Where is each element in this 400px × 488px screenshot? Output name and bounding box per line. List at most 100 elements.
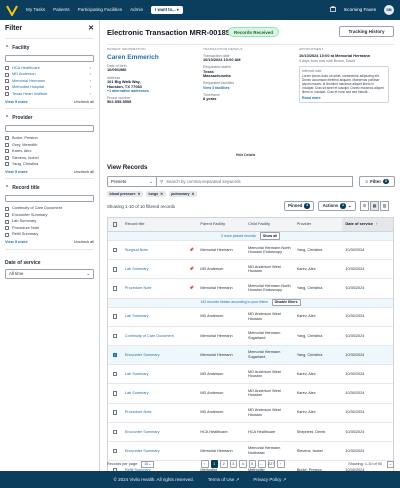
- list-view-icon[interactable]: ☰: [360, 201, 369, 211]
- row-checkbox[interactable]: [112, 410, 118, 415]
- col-parent-facility[interactable]: Parent Facility: [197, 221, 245, 227]
- select-all-checkbox[interactable]: [112, 222, 118, 227]
- tracking-history-button[interactable]: Tracking History: [339, 26, 394, 37]
- row-checkbox[interactable]: [112, 267, 118, 272]
- record-title-link[interactable]: Encounter Summary: [125, 449, 160, 454]
- record-title-link[interactable]: Procedure Note: [125, 410, 152, 415]
- patient-name[interactable]: Caren Emmerich: [107, 54, 202, 62]
- nav-participating-facilities[interactable]: Participating Facilities: [78, 7, 122, 13]
- page-button[interactable]: 227: [267, 460, 275, 468]
- logo-icon[interactable]: [6, 4, 18, 16]
- provider-search-input[interactable]: [5, 125, 94, 133]
- facility-item[interactable]: Texas Heart Institute ›: [5, 91, 94, 98]
- pin-icon[interactable]: 📌: [189, 266, 194, 272]
- record-title-item[interactable]: Refill Summary: [5, 231, 94, 238]
- col-record-title[interactable]: Record title: [122, 221, 197, 227]
- row-checkbox[interactable]: [112, 429, 118, 435]
- table-row[interactable]: Surgical Note 📌 Memorial Hermann Memorial H…: [108, 241, 393, 261]
- table-row[interactable]: Lab Summary MD Anderson MD Anderson West H…: [108, 308, 393, 327]
- row-checkbox[interactable]: [112, 448, 118, 454]
- alt-address-link[interactable]: +1 alternative addresses: [107, 89, 202, 93]
- chevron-up-icon[interactable]: ⌃: [5, 185, 9, 191]
- facility-uncheck-all[interactable]: Uncheck all: [74, 99, 94, 105]
- actions-button[interactable]: Actions 1 ⌄: [318, 201, 356, 211]
- provider-view-more[interactable]: View 5 more: [5, 169, 28, 175]
- view-facilities-link[interactable]: View 3 facilities: [203, 86, 293, 90]
- disable-filters-button[interactable]: Disable filters: [271, 298, 301, 307]
- keyword-chip[interactable]: pulmonary ✕: [168, 191, 197, 198]
- row-checkbox[interactable]: [112, 247, 118, 253]
- record-title-link[interactable]: Continuity of Care Document: [125, 334, 174, 339]
- page-button[interactable]: ...: [258, 460, 266, 468]
- nav-my-tasks[interactable]: My Tasks: [26, 7, 45, 13]
- chevron-down-icon[interactable]: ⌄: [387, 460, 394, 468]
- nav-patients[interactable]: Patients: [53, 7, 70, 13]
- per-page-select[interactable]: 10 ⌄: [141, 460, 155, 468]
- keyword-chip[interactable]: lungs ✕: [145, 191, 166, 198]
- showing-count: Showing 1-10 of 10 filtered records: [107, 204, 176, 209]
- grid-view-icon[interactable]: ▦: [370, 201, 379, 211]
- facility-view-more[interactable]: View 5 more: [5, 99, 28, 105]
- close-icon[interactable]: ✕: [88, 25, 94, 33]
- show-all-button[interactable]: Show all: [259, 232, 281, 240]
- nav-admin[interactable]: Admin: [130, 7, 143, 13]
- facility-search-input[interactable]: [5, 55, 94, 62]
- col-provider[interactable]: Provider: [294, 221, 343, 227]
- col-child-facility[interactable]: Child Facility: [245, 221, 294, 227]
- row-checkbox[interactable]: ✓: [112, 352, 118, 358]
- avatar[interactable]: SB: [384, 5, 394, 15]
- incoming-faxes-link[interactable]: Incoming Faxes: [344, 7, 376, 13]
- page-button[interactable]: 2: [220, 460, 228, 468]
- presets-select[interactable]: Presets ⌄: [107, 176, 157, 187]
- keyword-search-input[interactable]: ⚲ Search by comma-separated keywords: [157, 176, 353, 187]
- row-checkbox[interactable]: [112, 286, 118, 291]
- record-title-link[interactable]: Encounter Summary: [125, 430, 160, 435]
- col-date-of-service[interactable]: Date of service ↑: [342, 218, 393, 231]
- table-row[interactable]: Continuity of Care Document Memorial Herm…: [108, 327, 393, 346]
- pin-icon[interactable]: 📌: [189, 285, 194, 291]
- record-title-link[interactable]: Lab Summary: [125, 391, 149, 396]
- record-title-link[interactable]: Lab Summary: [125, 372, 149, 377]
- prev-page-icon[interactable]: ‹: [201, 460, 209, 468]
- date-of-service-select[interactable]: All time ⌄: [5, 268, 94, 279]
- privacy-link[interactable]: Privacy Policy ↗: [253, 477, 286, 482]
- pinned-button[interactable]: Pinned 3: [284, 201, 314, 211]
- chevron-up-icon[interactable]: ⌃: [5, 45, 9, 51]
- pin-icon[interactable]: 📌: [189, 247, 194, 253]
- record-title-link[interactable]: Lab Summary: [125, 314, 149, 319]
- chevron-up-icon[interactable]: ⌃: [5, 115, 9, 121]
- table-row[interactable]: Lab Summary MD Anderson MD Anderson West H…: [108, 365, 393, 385]
- hide-details-button[interactable]: Hide Details: [236, 153, 255, 157]
- table-row[interactable]: ✓ Encounter Summary Memorial Hermann Memori…: [108, 345, 393, 366]
- row-checkbox[interactable]: [112, 333, 118, 339]
- provider-item[interactable]: Yang, Christina: [5, 161, 94, 168]
- record-title-link[interactable]: Encounter Summary: [125, 353, 160, 358]
- filter-button[interactable]: ≡ Filter 3: [359, 176, 395, 187]
- record-title-search-input[interactable]: [5, 195, 94, 203]
- column-view-icon[interactable]: ▥: [380, 201, 389, 211]
- record-title-link[interactable]: Procedure Note: [125, 286, 152, 291]
- table-row[interactable]: Procedure Note MD Anderson MD Anderson Wes…: [108, 404, 393, 423]
- record-title-link[interactable]: Lab Summary: [125, 267, 149, 272]
- record-title-view-more[interactable]: View 5 more: [5, 239, 28, 245]
- page-button[interactable]: 1: [210, 460, 218, 468]
- record-title-link[interactable]: Surgical Note: [125, 248, 148, 253]
- provider-uncheck-all[interactable]: Uncheck all: [74, 169, 94, 175]
- row-checkbox[interactable]: [112, 391, 118, 396]
- next-page-icon[interactable]: ›: [277, 460, 285, 468]
- table-row[interactable]: Lab Summary MD Anderson MD Anderson West H…: [108, 384, 393, 404]
- page-button[interactable]: 5: [248, 460, 256, 468]
- page-button[interactable]: 4: [239, 460, 247, 468]
- fax-icon[interactable]: [329, 6, 336, 14]
- terms-link[interactable]: Terms of Use ↗: [208, 477, 240, 482]
- keyword-chip[interactable]: blood pressure ✕: [107, 191, 143, 198]
- read-more-link[interactable]: Read more: [302, 96, 386, 100]
- record-title-uncheck-all[interactable]: Uncheck all: [74, 239, 94, 245]
- table-row[interactable]: Procedure Note 📌 Memorial Hermann Memorial …: [108, 279, 393, 299]
- row-checkbox[interactable]: [112, 371, 118, 377]
- table-row[interactable]: Lab Summary 📌 MD Anderson MD Anderson West …: [108, 260, 393, 280]
- want-to-dropdown[interactable]: I want to... ▾: [151, 5, 183, 15]
- row-checkbox[interactable]: [112, 314, 118, 319]
- page-button[interactable]: 3: [229, 460, 237, 468]
- table-row[interactable]: Encounter Summary HCA Healthcare HCA Healt…: [108, 423, 393, 442]
